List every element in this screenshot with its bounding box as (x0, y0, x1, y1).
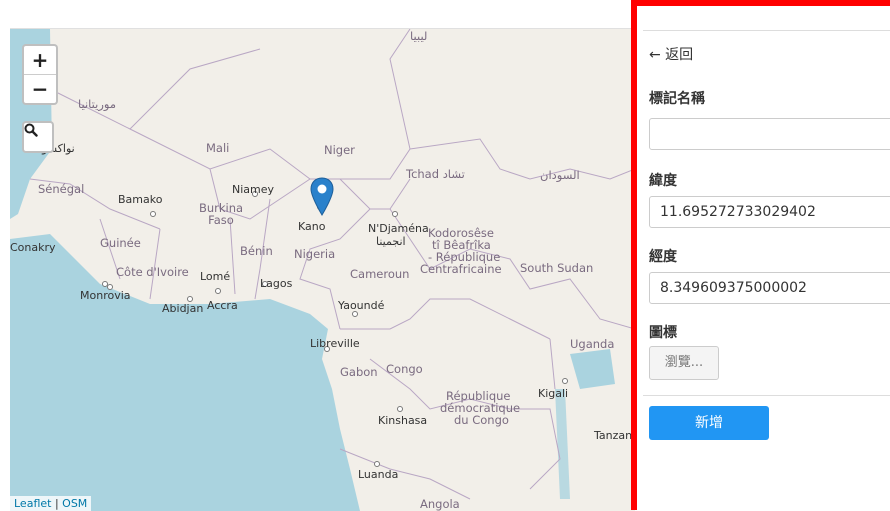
map-label: Angola (420, 497, 460, 511)
map-label: Mali (206, 141, 230, 155)
map-label: N'Djaména (368, 222, 429, 235)
icon-label: 圖標 (649, 325, 677, 341)
map-label: Bénin (240, 244, 273, 258)
longitude-label: 經度 (649, 249, 677, 265)
map-label: Libreville (310, 337, 360, 350)
longitude-input[interactable] (649, 272, 890, 304)
map-label: Niger (324, 143, 355, 157)
marker-name-input[interactable] (649, 118, 890, 150)
panel-top-divider (643, 30, 890, 31)
form-divider (643, 395, 890, 396)
attribution-separator: | (51, 497, 63, 510)
map-label: السودان (540, 168, 580, 182)
map-label: Abidjan (162, 302, 204, 315)
map-label: Tchad تشاد (406, 167, 465, 181)
latitude-label: 緯度 (649, 173, 677, 189)
map-view[interactable]: ليبيا موريتانيا Mali Niger نواكشوط Sénég… (10, 28, 635, 511)
map-search-button[interactable] (22, 121, 54, 153)
marker-form-panel: ← 返回 標記名稱 緯度 經度 圖標 瀏覽... 新增 (631, 0, 890, 510)
zoom-out-button[interactable]: − (24, 75, 56, 103)
map-label: Centrafricaine (420, 262, 502, 276)
map-label: Nigeria (294, 247, 336, 261)
marker-name-label: 標記名稱 (649, 91, 705, 107)
map-label: Lomé (200, 270, 231, 283)
map-label: Conakry (10, 241, 56, 254)
map-label: ليبيا (410, 29, 428, 43)
map-label: Luanda (358, 468, 399, 481)
add-button[interactable]: 新增 (649, 406, 769, 440)
map-label: Cameroun (350, 267, 410, 281)
search-icon (24, 123, 38, 137)
map-label: Accra (207, 299, 238, 312)
map-label: Burkina Faso (198, 201, 244, 227)
back-link[interactable]: ← 返回 (649, 44, 693, 64)
latitude-input[interactable] (649, 196, 890, 228)
leaflet-link[interactable]: Leaflet (14, 497, 51, 510)
osm-link[interactable]: OSM (62, 497, 87, 510)
map-label: Guinée (100, 236, 141, 250)
map-label: Bamako (118, 193, 163, 206)
map-label: Monrovia (80, 289, 131, 302)
map-label: Sénégal (38, 182, 85, 196)
map-label: Gabon (340, 365, 378, 379)
zoom-control: + − (22, 44, 58, 105)
map-label: Yaoundé (338, 299, 385, 312)
map-attribution: Leaflet | OSM (10, 496, 92, 511)
map-label: Uganda (570, 337, 615, 351)
map-label: Niamey (232, 183, 275, 196)
map-label: Tanzan (594, 429, 633, 442)
zoom-in-button[interactable]: + (24, 46, 56, 75)
map-label: Côte d'Ivoire (116, 265, 189, 279)
browse-button[interactable]: 瀏覽... (649, 346, 719, 380)
map-label: موريتانيا (78, 97, 117, 111)
map-label: Congo (386, 362, 423, 376)
map-label: du Congo (454, 413, 509, 427)
map-label: Kigali (538, 387, 569, 400)
map-label: Lagos (260, 277, 293, 290)
map-label: Kinshasa (378, 414, 428, 427)
map-label: انجمينا (376, 235, 406, 248)
map-label: South Sudan (520, 261, 594, 275)
map-label: Kano (298, 220, 326, 233)
